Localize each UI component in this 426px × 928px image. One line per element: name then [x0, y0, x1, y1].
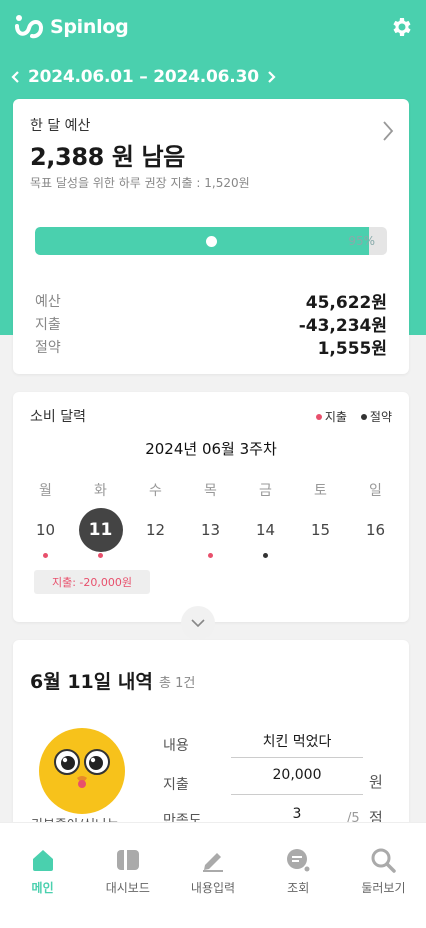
magnifier-icon [371, 848, 397, 873]
calendar-weekday: 목 [204, 483, 217, 499]
progress-fill [35, 227, 370, 255]
nav-label: 메인 [31, 881, 54, 895]
budget-card[interactable]: 한 달 예산 2,388 원 남음 목표 달성을 위한 하루 권장 지출 : 1… [13, 99, 409, 374]
calendar-day-column: 수 12 [128, 480, 183, 558]
budget-row-saving: 절약 1,555원 [35, 335, 387, 359]
budget-row-budget: 예산 45,622원 [35, 289, 387, 313]
calendar-day-column: 월 10 [18, 480, 73, 558]
search-chat-icon [287, 849, 310, 872]
field-value-content[interactable]: 치킨 먹었다 [231, 731, 363, 751]
bottom-navigation: 메인 대시보드 내용입력 조회 둘러보기 [0, 822, 426, 928]
expense-marker-dot [43, 553, 48, 558]
calendar-day-column: 금 14 [238, 480, 293, 558]
detail-count: 총 1건 [159, 676, 196, 691]
field-divider [231, 794, 363, 795]
nav-label: 둘러보기 [361, 881, 406, 895]
budget-row-label: 지출 [35, 316, 61, 333]
nav-item-search[interactable]: 조회 [256, 823, 341, 928]
calendar-weekday: 금 [259, 483, 272, 499]
field-label-expense: 지출 [163, 777, 189, 793]
saving-marker-dot [263, 553, 268, 558]
calendar-day-column: 일 16 [348, 480, 403, 558]
prev-month-chevron-icon[interactable] [6, 64, 24, 90]
budget-progress-bar[interactable]: 95% [35, 227, 387, 255]
field-label-content: 내용 [163, 738, 189, 754]
app-name: Spinlog [50, 16, 129, 38]
nav-label: 내용입력 [190, 881, 236, 895]
nav-item-main[interactable]: 메인 [0, 823, 85, 928]
calendar-day[interactable]: 12 [134, 508, 178, 552]
app-logo[interactable]: Spinlog [14, 14, 129, 40]
calendar-week-title: 2024년 06월 3주차 [145, 440, 277, 458]
calendar-title: 소비 달력 [30, 409, 86, 425]
budget-row-expense: 지출 -43,234원 [35, 312, 387, 336]
budget-row-label: 예산 [35, 293, 61, 310]
calendar-weekday: 토 [314, 483, 327, 499]
pencil-icon [203, 853, 223, 872]
calendar-day-column: 토 15 [293, 480, 348, 558]
expense-dot-icon [315, 413, 322, 420]
field-unit-expense: 원 [369, 773, 383, 791]
date-range-bar: 2024.06.01 – 2024.06.30 [0, 62, 426, 92]
budget-summary: 예산 45,622원 지출 -43,234원 절약 1,555원 [35, 289, 387, 359]
budget-row-value: -43,234원 [298, 316, 387, 336]
empty-marker [153, 553, 158, 558]
nav-item-input[interactable]: 내용입력 [170, 823, 255, 928]
field-value-satisfaction[interactable]: 3 [231, 806, 363, 822]
legend-saving-label: 절약 [369, 410, 392, 424]
calendar-weekday: 월 [39, 483, 52, 499]
empty-marker [373, 553, 378, 558]
calendar-day[interactable]: 10 [24, 508, 68, 552]
selected-day-expense-tag: 지출: -20,000원 [34, 570, 150, 594]
expand-calendar-button[interactable] [181, 606, 215, 640]
calendar-day[interactable]: 16 [354, 508, 398, 552]
nav-item-browse[interactable]: 둘러보기 [341, 823, 426, 928]
spending-calendar-card: 소비 달력 지출 절약 2024년 06월 3주차 월 10 화 11 수 12 목 13 금 1… [13, 392, 409, 622]
calendar-day[interactable]: 13 [189, 508, 233, 552]
budget-row-label: 절약 [35, 339, 61, 356]
saving-dot-icon [360, 413, 367, 420]
nav-label: 조회 [287, 881, 310, 895]
chevron-right-icon[interactable] [381, 119, 395, 143]
date-range-text: 2024.06.01 – 2024.06.30 [28, 67, 259, 87]
calendar-day[interactable]: 14 [244, 508, 288, 552]
budget-remaining: 2,388 원 남음 [30, 143, 185, 171]
progress-handle [206, 236, 217, 247]
legend-saving: 절약 [360, 408, 392, 425]
dashboard-icon [116, 850, 139, 870]
calendar-day-column: 목 13 [183, 480, 238, 558]
expense-marker-dot [98, 553, 103, 558]
home-icon [32, 850, 53, 871]
calendar-legend: 지출 절약 [308, 408, 392, 425]
empty-marker [318, 553, 323, 558]
nav-item-dashboard[interactable]: 대시보드 [85, 823, 170, 928]
field-value-expense[interactable]: 20,000 [231, 767, 363, 783]
detail-title: 6월 11일 내역 [30, 671, 153, 693]
budget-label: 한 달 예산 [30, 118, 91, 134]
calendar-day[interactable]: 15 [299, 508, 343, 552]
chevron-down-icon [191, 619, 205, 627]
budget-row-value: 45,622원 [305, 293, 387, 313]
field-divider [231, 757, 363, 758]
calendar-week-grid: 월 10 화 11 수 12 목 13 금 14 토 15 일 16 [18, 480, 403, 558]
calendar-weekday: 일 [369, 483, 382, 499]
calendar-day-selected[interactable]: 11 [78, 508, 123, 552]
legend-expense: 지출 [315, 408, 347, 425]
calendar-weekday: 화 [94, 483, 107, 499]
gear-icon[interactable] [389, 15, 413, 39]
calendar-weekday: 수 [149, 483, 162, 499]
progress-percent: 95% [348, 234, 375, 248]
nav-label: 대시보드 [105, 881, 150, 895]
next-month-chevron-icon[interactable] [263, 64, 281, 90]
budget-row-value: 1,555원 [317, 339, 387, 359]
budget-daily-recommendation: 목표 달성을 위한 하루 권장 지출 : 1,520원 [30, 176, 250, 190]
mood-mascot-icon [39, 728, 125, 814]
logo-mark-icon [15, 15, 44, 39]
top-bar: Spinlog [0, 0, 426, 56]
legend-expense-label: 지출 [324, 410, 347, 424]
expense-marker-dot [208, 553, 213, 558]
calendar-day-column: 화 11 [73, 480, 128, 558]
